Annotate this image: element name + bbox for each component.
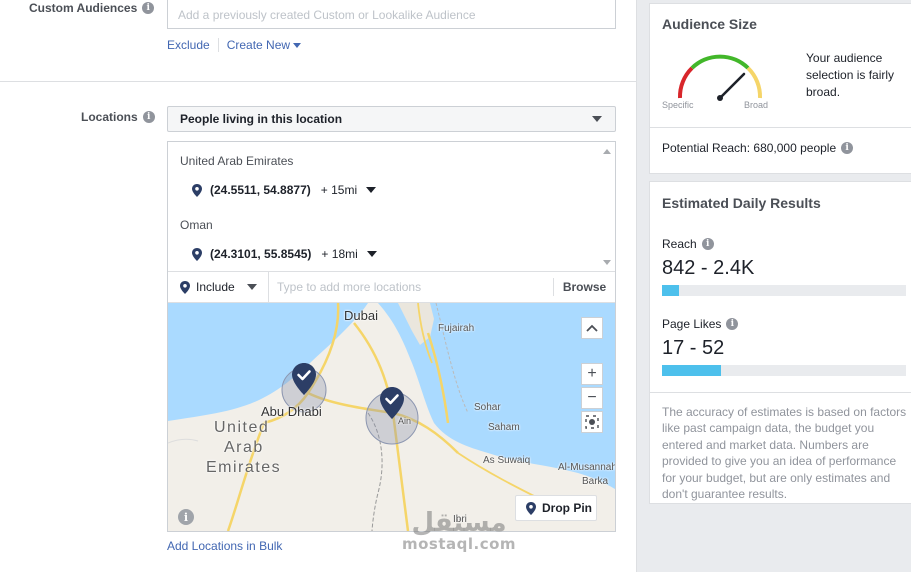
divider (217, 38, 219, 52)
reach-label: Reach (662, 237, 697, 251)
create-new-dropdown[interactable]: Create New (226, 38, 302, 52)
scroll-down-icon[interactable] (603, 260, 611, 265)
reach-bar (662, 285, 906, 296)
daily-results-title: Estimated Daily Results (662, 195, 821, 211)
location-map[interactable]: Dubai Fujairah Abu Dhabi Ain Sohar Saham… (168, 303, 615, 531)
reach-bar-fill (662, 285, 680, 296)
watermark-latin: mostaql.com (402, 535, 517, 553)
gauge-low-label: Specific (662, 100, 694, 110)
caret-down-icon[interactable] (366, 187, 377, 193)
pin-coordinates: (24.5511, 54.8877) (210, 183, 311, 197)
page-likes-label-row: Page Likes i (662, 317, 739, 331)
locations-box: United Arab Emirates (24.5511, 54.8877) … (167, 141, 616, 532)
map-pin-icon (192, 247, 202, 261)
potential-reach-row: Potential Reach: 680,000 people i (662, 141, 854, 155)
page-likes-label: Page Likes (662, 317, 722, 331)
locations-label: Locations (81, 110, 138, 124)
map-label-saham: Saham (488, 422, 520, 433)
info-icon[interactable]: i (142, 2, 155, 14)
info-icon[interactable]: i (142, 111, 155, 123)
audience-gauge (677, 54, 763, 101)
map-pin-marker-oman[interactable] (380, 387, 404, 419)
info-icon[interactable]: i (178, 509, 194, 525)
potential-reach-text: Potential Reach: 680,000 people (662, 141, 837, 155)
map-label-as-suwaiq: As Suwaiq (483, 455, 531, 466)
map-label-country: United (214, 419, 270, 436)
location-country: United Arab Emirates (180, 154, 294, 168)
exclude-link[interactable]: Exclude (167, 38, 210, 52)
estimates-disclaimer: The accuracy of estimates is based on fa… (662, 405, 907, 502)
custom-audience-input[interactable] (168, 0, 615, 28)
selected-locations-list: United Arab Emirates (24.5511, 54.8877) … (168, 142, 615, 271)
add-locations-bulk-link[interactable]: Add Locations in Bulk (167, 539, 282, 553)
page-likes-value: 17 - 52 (662, 337, 725, 359)
scrollbar[interactable] (601, 142, 615, 271)
caret-down-icon (592, 116, 602, 122)
gauge-high-label: Broad (744, 100, 769, 110)
divider (650, 392, 911, 393)
divider (650, 127, 911, 128)
info-icon[interactable]: i (701, 238, 714, 250)
custom-audience-field[interactable] (167, 0, 616, 29)
audience-sidebar: Audience Size Specific Broad Your audien… (636, 0, 911, 572)
section-divider (0, 81, 636, 82)
caret-down-icon (246, 284, 257, 290)
map-label-country: Arab (224, 439, 264, 456)
map-label-abu-dhabi: Abu Dhabi (261, 404, 322, 419)
watermark-arabic: مستقل (411, 508, 507, 538)
pin-coordinates: (24.3101, 55.8545) (210, 247, 312, 261)
info-icon[interactable]: i (841, 142, 854, 154)
chevron-down-icon (293, 43, 302, 49)
map-pin-icon (192, 183, 202, 197)
map-label-dubai: Dubai (344, 308, 378, 323)
map-pin-icon (180, 280, 190, 294)
map-label-al-musannah: Al-Musannah (558, 462, 615, 473)
audience-size-card: Audience Size Specific Broad Your audien… (649, 3, 911, 174)
map-pin-marker-uae[interactable] (292, 363, 316, 395)
daily-results-card: Estimated Daily Results Reach i 842 - 2.… (649, 181, 911, 504)
custom-audience-actions: Exclude Create New (167, 38, 302, 52)
audience-summary: Your audience selection is fairly broad. (806, 51, 895, 99)
info-icon[interactable]: i (726, 318, 739, 330)
browse-button[interactable]: Browse (553, 278, 615, 296)
recenter-button[interactable] (581, 411, 603, 433)
zoom-in-button[interactable]: + (581, 363, 603, 385)
target-icon (585, 415, 599, 429)
location-country: Oman (180, 218, 213, 232)
map-label-country: Emirates (206, 459, 282, 476)
targeting-panel: Custom Audiences i Exclude Create New Lo… (0, 0, 636, 572)
map-label-sohar: Sohar (474, 402, 501, 413)
caret-down-icon[interactable] (366, 251, 377, 257)
location-type-select[interactable]: People living in this location (167, 106, 616, 132)
location-pin-item[interactable]: (24.3101, 55.8545) + 18mi (192, 247, 377, 261)
page-likes-bar (662, 365, 906, 376)
drop-pin-label: Drop Pin (542, 501, 592, 515)
chevron-up-icon (586, 324, 598, 332)
location-search-field[interactable] (268, 272, 553, 302)
include-bar: Include Browse (168, 271, 615, 303)
location-type-value: People living in this location (180, 112, 343, 126)
custom-audiences-label-row: Custom Audiences i (29, 1, 155, 15)
custom-audiences-label: Custom Audiences (29, 1, 138, 15)
include-label: Include (196, 280, 235, 294)
map-collapse-button[interactable] (581, 317, 603, 339)
include-dropdown[interactable]: Include (168, 272, 268, 302)
page-likes-bar-fill (662, 365, 721, 376)
map-label-fujairah: Fujairah (438, 323, 475, 334)
zoom-out-button[interactable]: − (581, 387, 603, 409)
location-search-input[interactable] (269, 272, 553, 302)
watermark: مستقل mostaql.com (402, 510, 516, 552)
map-label-barka: Barka (582, 476, 609, 487)
reach-value: 842 - 2.4K (662, 257, 755, 279)
reach-label-row: Reach i (662, 237, 714, 251)
drop-pin-button[interactable]: Drop Pin (515, 495, 597, 521)
create-new-label: Create New (226, 38, 291, 52)
audience-size-title: Audience Size (662, 16, 757, 32)
scroll-up-icon[interactable] (603, 149, 611, 154)
pin-radius: + 15mi (320, 183, 358, 197)
location-pin-item[interactable]: (24.5511, 54.8877) + 15mi (192, 183, 377, 197)
map-pin-icon (526, 501, 536, 515)
locations-label-row: Locations i (81, 110, 155, 124)
pin-radius: + 18mi (321, 247, 358, 261)
